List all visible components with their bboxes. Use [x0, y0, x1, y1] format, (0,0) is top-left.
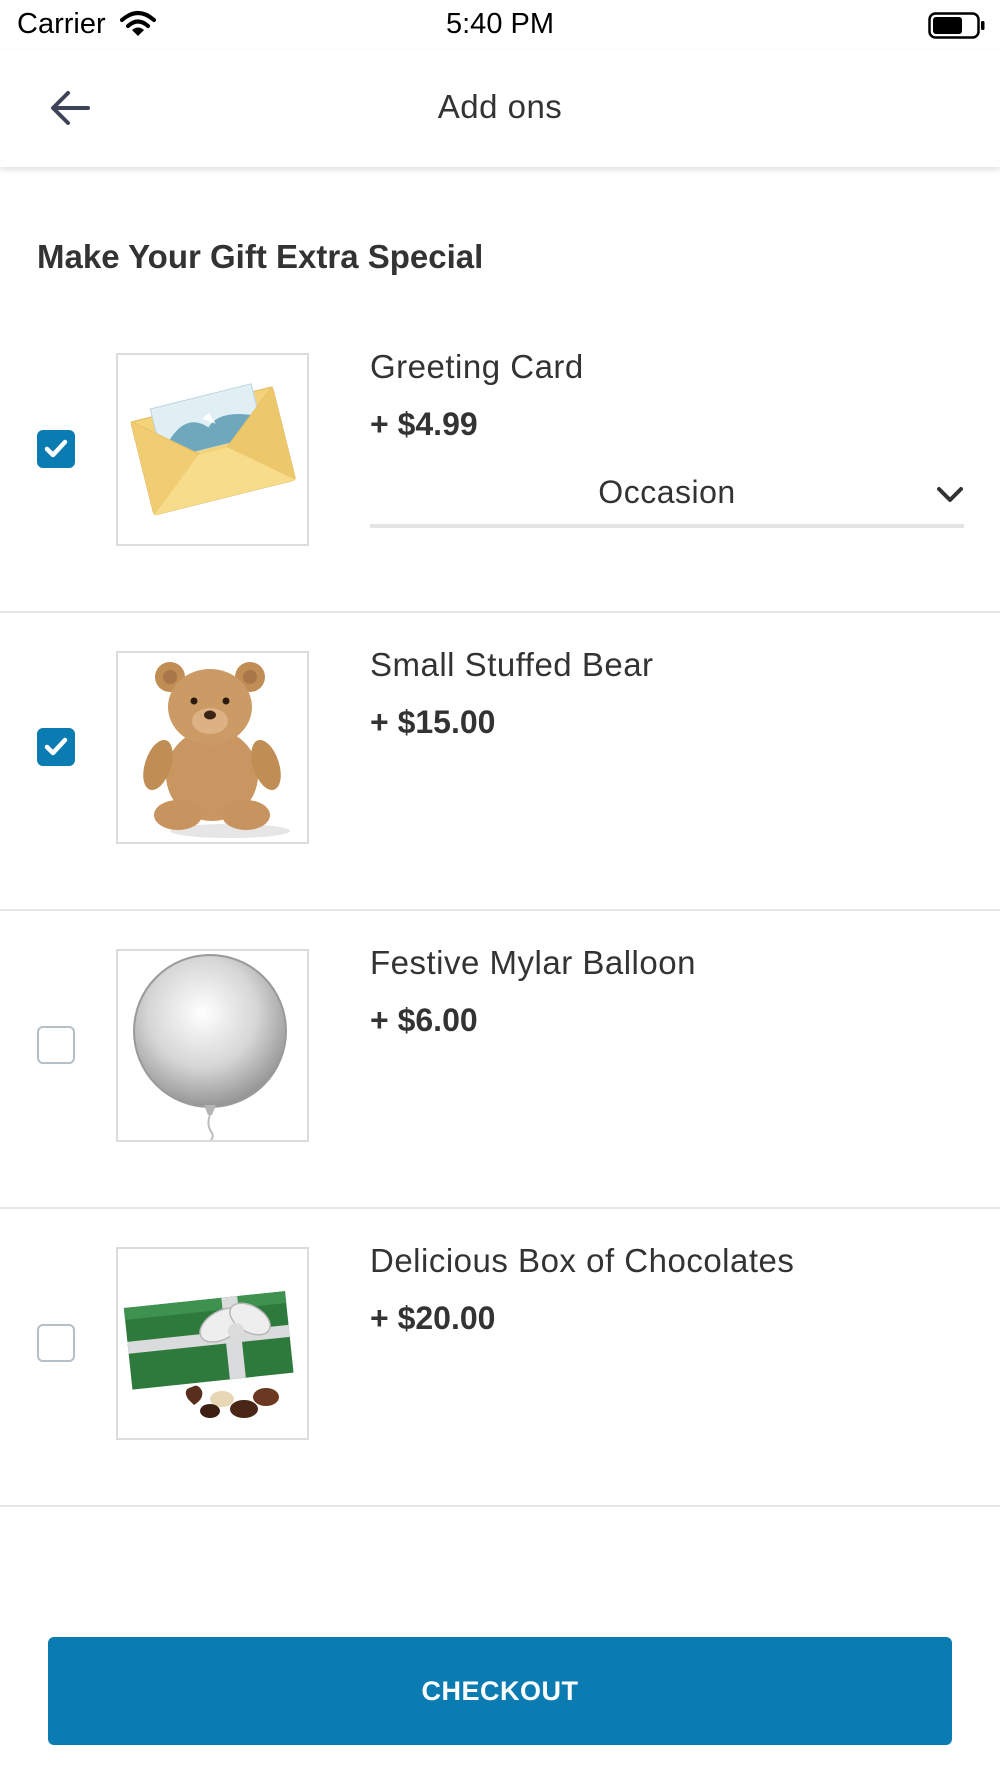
balloon-name: Festive Mylar Balloon [370, 944, 696, 981]
balloon-checkbox[interactable] [37, 1026, 75, 1064]
greeting-card-checkbox[interactable] [37, 430, 75, 468]
occasion-dropdown-label: Occasion [598, 474, 736, 510]
chevron-down-icon [937, 487, 963, 502]
greeting-card-price: + $4.99 [370, 406, 478, 442]
page-title: Add ons [437, 88, 563, 125]
teddy-bear-icon [143, 662, 290, 838]
greeting-card-name: Greeting Card [370, 348, 584, 385]
balloon-image [116, 949, 309, 1142]
chocolates-checkbox[interactable] [37, 1324, 75, 1362]
chocolate-box-icon [123, 1291, 294, 1418]
occasion-dropdown[interactable]: Occasion [370, 464, 964, 528]
status-time: 5:40 PM [446, 8, 554, 40]
addon-row-greeting-card: Greeting Card + $4.99 Occasion [0, 316, 1000, 613]
checkmark-icon [44, 737, 68, 756]
battery-icon [928, 12, 985, 39]
addon-row-chocolates: Delicious Box of Chocolates + $20.00 [0, 1210, 1000, 1507]
greeting-card-image [116, 353, 309, 546]
nav-bar: Add ons [0, 50, 1000, 167]
chocolates-image [116, 1247, 309, 1440]
checkout-button[interactable]: CHECKOUT [48, 1637, 952, 1745]
chocolates-name: Delicious Box of Chocolates [370, 1242, 795, 1279]
balloon-price: + $6.00 [370, 1002, 478, 1038]
stuffed-bear-name: Small Stuffed Bear [370, 646, 654, 683]
checkmark-icon [44, 439, 68, 458]
stuffed-bear-image [116, 651, 309, 844]
status-bar: Carrier 5:40 PM [0, 0, 1000, 50]
envelope-icon [130, 383, 296, 516]
balloon-icon [133, 954, 287, 1140]
stuffed-bear-price: + $15.00 [370, 704, 496, 740]
chocolates-price: + $20.00 [370, 1300, 496, 1336]
stuffed-bear-checkbox[interactable] [37, 728, 75, 766]
addon-row-stuffed-bear: Small Stuffed Bear + $15.00 [0, 614, 1000, 911]
addon-row-balloon: Festive Mylar Balloon + $6.00 [0, 912, 1000, 1209]
section-heading: Make Your Gift Extra Special [37, 238, 484, 275]
